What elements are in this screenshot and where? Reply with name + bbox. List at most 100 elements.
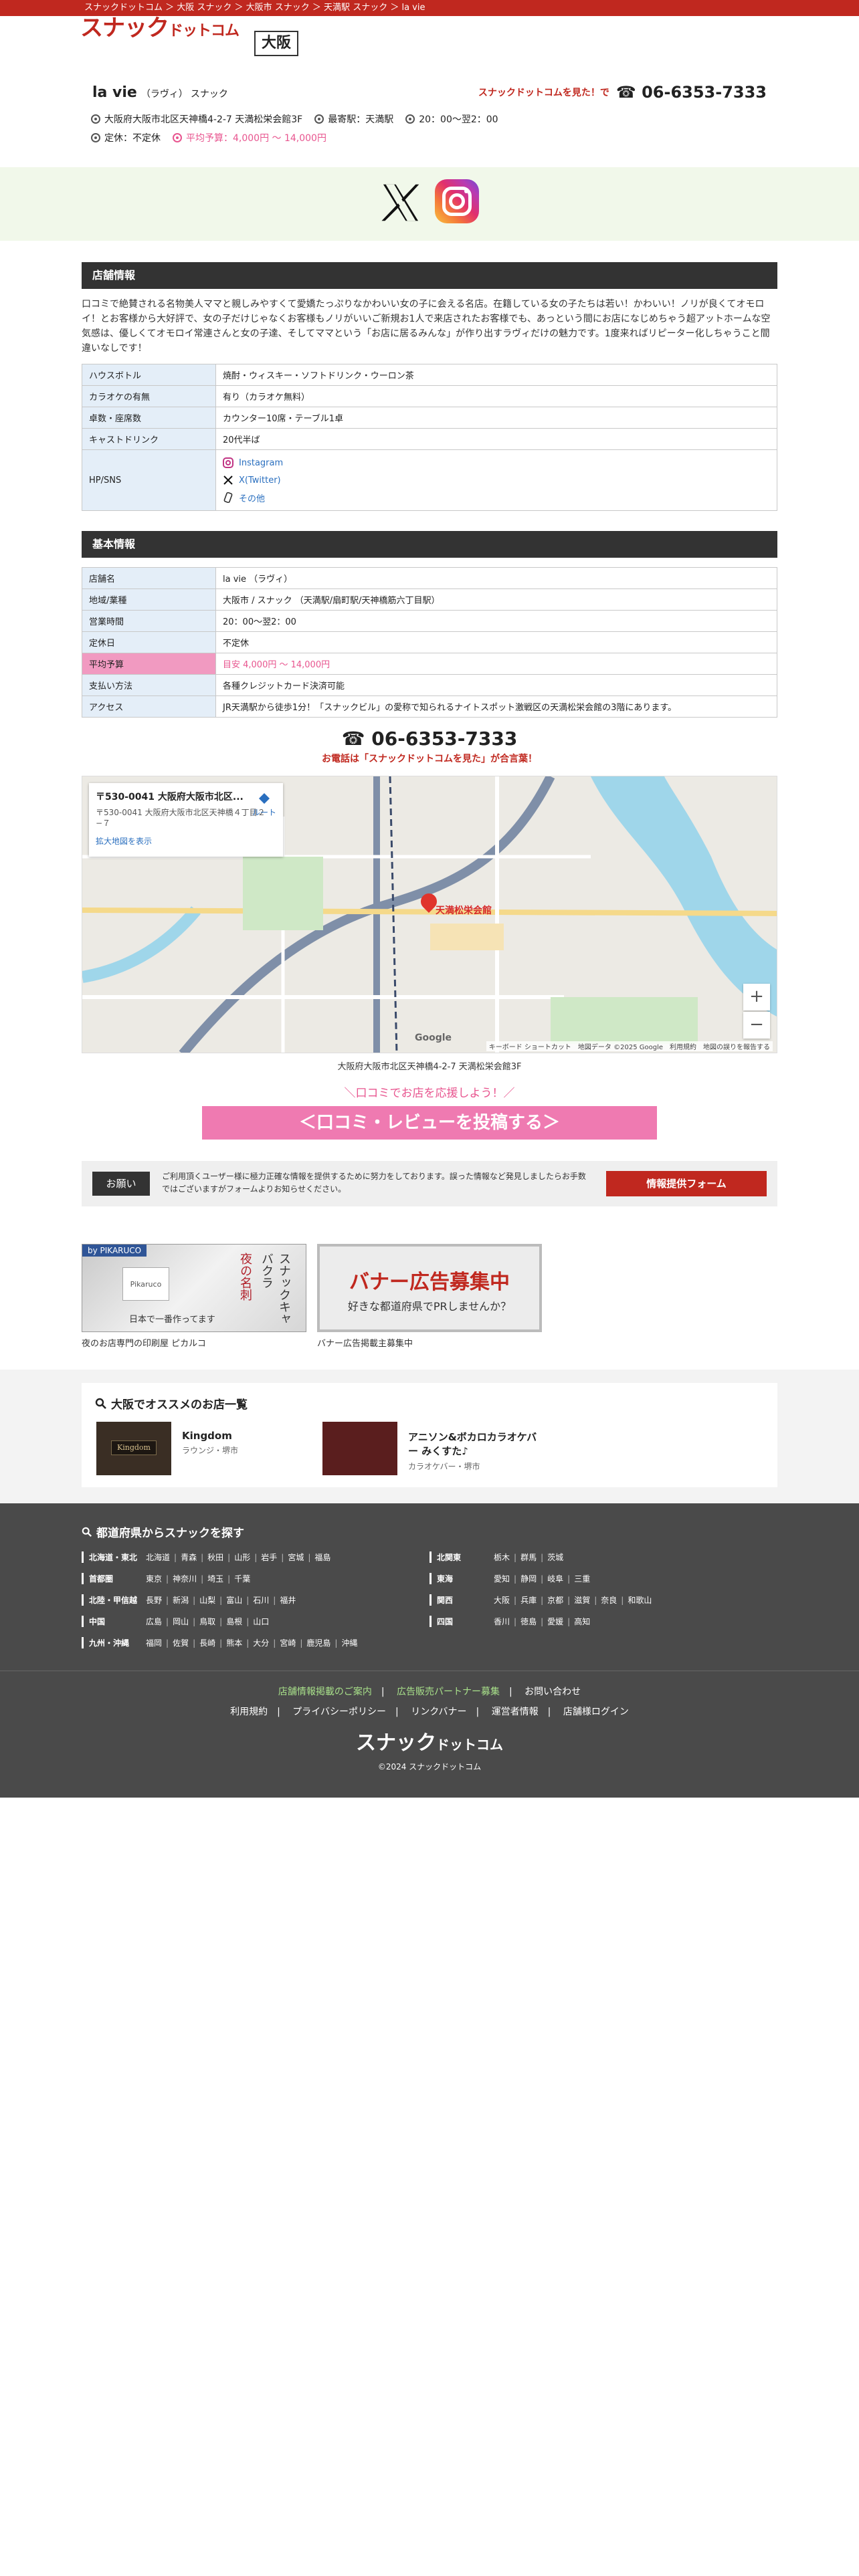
prefecture-link[interactable]: 愛知 [494, 1574, 510, 1584]
recommend-card[interactable]: Kingdom Kingdom ラウンジ・堺市 [96, 1422, 238, 1475]
center-tel-number[interactable]: ☎ 06-6353-7333 [0, 728, 859, 750]
banner-image[interactable]: by PIKARUCO Pikaruco スナックキャバクラ 夜の名刺 日本で一… [82, 1244, 306, 1332]
footer-logo[interactable]: スナックドットコム [0, 1726, 859, 1755]
separator: | [567, 1617, 571, 1626]
prefecture-link[interactable]: 和歌山 [628, 1596, 652, 1605]
separator: | [246, 1617, 250, 1626]
prefecture-link[interactable]: 岐阜 [547, 1574, 563, 1584]
prefecture-link[interactable]: 福井 [280, 1596, 296, 1605]
sns-link-other[interactable]: その他 [223, 489, 770, 506]
map-enlarge-link[interactable]: 拡大地図を表示 [96, 835, 276, 847]
prefecture-link[interactable]: 東京 [146, 1574, 162, 1584]
footer-link[interactable]: 利用規約 [230, 1707, 268, 1717]
footer-link[interactable]: 広告販売パートナー募集 [397, 1687, 500, 1697]
prefecture-link[interactable]: 大分 [253, 1638, 269, 1648]
prefecture-link[interactable]: 兵庫 [520, 1596, 537, 1605]
banner-caption[interactable]: バナー広告掲載主募集中 [317, 1336, 542, 1349]
prefecture-link[interactable]: 群馬 [520, 1553, 537, 1562]
row-label: 店舗名 [82, 567, 216, 589]
prefecture-link[interactable]: 山梨 [199, 1596, 215, 1605]
info-form-button[interactable]: 情報提供フォーム [606, 1171, 767, 1196]
prefecture-link[interactable]: 富山 [226, 1596, 242, 1605]
x-logo-icon[interactable] [380, 182, 421, 223]
prefecture-link[interactable]: 三重 [574, 1574, 590, 1584]
zoom-in-button[interactable]: + [743, 984, 770, 1010]
zoom-out-button[interactable]: − [743, 1012, 770, 1039]
prefecture-link[interactable]: 徳島 [520, 1617, 537, 1626]
shop-meta-line-1: 大阪府大阪市北区天神橋4-2-7 天満松栄会館3F 最寄駅：天満駅 20：00～… [91, 112, 498, 126]
prefecture-link[interactable]: 石川 [253, 1596, 269, 1605]
prefecture-link[interactable]: 静岡 [520, 1574, 537, 1584]
prefecture-link[interactable]: 宮崎 [280, 1638, 296, 1648]
banner-pikaruco[interactable]: by PIKARUCO Pikaruco スナックキャバクラ 夜の名刺 日本で一… [82, 1244, 306, 1349]
site-logo[interactable]: スナックドットコム [80, 9, 240, 42]
google-map[interactable]: 〒530-0041 大阪府大阪市北区... 〒530-0041 大阪府大阪市北区… [82, 776, 777, 1053]
prefecture-link[interactable]: 山口 [253, 1617, 269, 1626]
footer-link[interactable]: プライバシーポリシー [292, 1707, 386, 1717]
prefecture-link[interactable]: 埼玉 [207, 1574, 223, 1584]
row-label: キャストドリンク [82, 428, 216, 450]
prefecture-link[interactable]: 長野 [146, 1596, 162, 1605]
prefecture-link[interactable]: 香川 [494, 1617, 510, 1626]
table-row: 平均予算 目安 4,000円 ～ 14,000円 [82, 653, 777, 675]
prefecture-link[interactable]: 鳥取 [199, 1617, 215, 1626]
prefecture-link[interactable]: 千葉 [234, 1574, 250, 1584]
prefecture-link[interactable]: 大阪 [494, 1596, 510, 1605]
recommend-shop-name[interactable]: Kingdom [182, 1430, 238, 1442]
footer-link[interactable]: リンクバナー [411, 1707, 466, 1717]
prefecture-link[interactable]: 北海道 [146, 1553, 170, 1562]
prefecture-link[interactable]: 高知 [574, 1617, 590, 1626]
prefecture-link[interactable]: 京都 [547, 1596, 563, 1605]
sns-link-instagram[interactable]: Instagram [223, 454, 770, 471]
recommend-card[interactable]: アニソン&ボカロカラオケバー みくすた♪ カラオケバー・堺市 [322, 1422, 542, 1475]
footer-link[interactable]: お問い合わせ [524, 1687, 581, 1697]
prefecture-link[interactable]: 青森 [181, 1553, 197, 1562]
footer-link[interactable]: 店舗様ログイン [563, 1707, 629, 1717]
prefecture-link[interactable]: 島根 [226, 1617, 242, 1626]
separator: | [567, 1596, 571, 1605]
shop-meta-line-2: 定休：不定休 平均予算：4,000円 ～ 14,000円 [91, 131, 326, 144]
recommend-shop-name[interactable]: アニソン&ボカロカラオケバー みくすた♪ [408, 1430, 542, 1458]
map-route-button[interactable]: ルート [252, 792, 276, 818]
banner-image[interactable]: バナー広告募集中 好きな都道府県でPRしませんか？ [317, 1244, 542, 1332]
prefecture-link[interactable]: 滋賀 [574, 1596, 590, 1605]
post-review-button[interactable]: ＜口コミ・レビューを投稿する＞ [202, 1106, 657, 1140]
calendar-icon [91, 133, 100, 142]
prefecture-link[interactable]: 山形 [234, 1553, 250, 1562]
prefecture-link[interactable]: 栃木 [494, 1553, 510, 1562]
prefecture-link[interactable]: 長崎 [199, 1638, 215, 1648]
basic-info-heading: 基本情報 [82, 531, 777, 558]
banner-caption[interactable]: 夜のお店専門の印刷屋 ピカルコ [82, 1336, 306, 1349]
prefecture-link[interactable]: 広島 [146, 1617, 162, 1626]
instagram-logo-icon[interactable] [435, 179, 479, 223]
region-row: 東海 愛知 | 静岡 | 岐阜 | 三重 [430, 1573, 594, 1584]
prefecture-link[interactable]: 新潟 [173, 1596, 189, 1605]
prefecture-link[interactable]: 神奈川 [173, 1574, 197, 1584]
header-tel[interactable]: スナックドットコムを見た！で ☎ 06-6353-7333 [478, 83, 767, 102]
table-row: 定休日 不定休 [82, 631, 777, 653]
prefecture-link[interactable]: 岩手 [261, 1553, 277, 1562]
prefecture-link[interactable]: 秋田 [207, 1553, 223, 1562]
sns-link-x[interactable]: X(Twitter) [223, 471, 770, 489]
map-attribution[interactable]: キーボード ショートカット 地図データ ©2025 Google 利用規約 地図… [486, 1041, 773, 1051]
prefecture-link[interactable]: 愛媛 [547, 1617, 563, 1626]
prefecture-link[interactable]: 熊本 [226, 1638, 242, 1648]
row-label: HP/SNS [82, 449, 216, 511]
prefecture-link[interactable]: 佐賀 [173, 1638, 189, 1648]
prefecture-link[interactable]: 鹿児島 [306, 1638, 330, 1648]
banner-ad-recruit[interactable]: バナー広告募集中 好きな都道府県でPRしませんか？ バナー広告掲載主募集中 [317, 1244, 542, 1349]
prefecture-link[interactable]: 岡山 [173, 1617, 189, 1626]
shop-intro: 口コミで絶賛される名物美人ママと親しみやすくて愛嬌たっぷりなかわいい女の子に会え… [82, 299, 771, 354]
prefecture-link[interactable]: 奈良 [601, 1596, 617, 1605]
shop-thumbnail[interactable]: Kingdom [96, 1422, 171, 1475]
prefecture-link[interactable]: 茨城 [547, 1553, 563, 1562]
shop-thumbnail[interactable] [322, 1422, 397, 1475]
prefecture-link[interactable]: 福岡 [146, 1638, 162, 1648]
footer-link[interactable]: 運営者情報 [492, 1707, 539, 1717]
prefecture-link[interactable]: 宮城 [288, 1553, 304, 1562]
prefecture-link[interactable]: 沖縄 [341, 1638, 357, 1648]
prefecture-link[interactable]: 福島 [314, 1553, 330, 1562]
separator: | [219, 1617, 223, 1626]
footer-link[interactable]: 店舗情報掲載のご案内 [278, 1687, 372, 1697]
tel-number[interactable]: ☎ 06-6353-7333 [616, 83, 767, 102]
